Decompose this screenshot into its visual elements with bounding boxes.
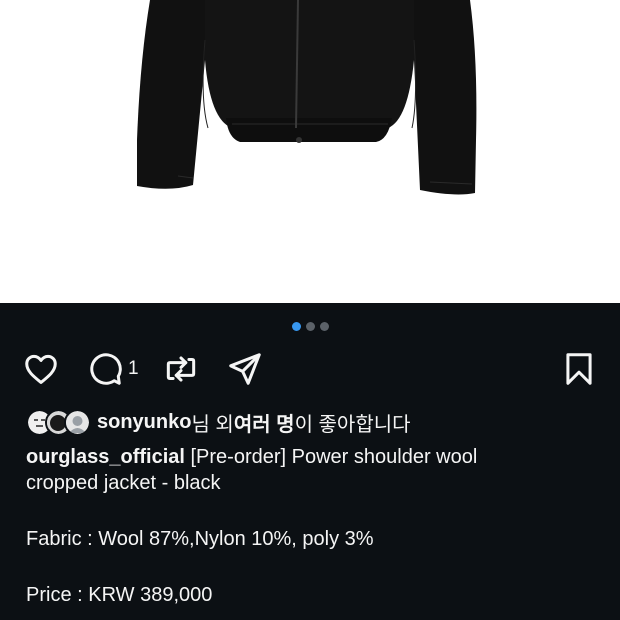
liker-avatars [26,409,91,436]
jacket-image [137,0,477,195]
like-button[interactable] [22,350,60,388]
caption-fabric: Fabric : Wool 87%,Nylon 10%, poly 3% [26,528,374,550]
bookmark-icon [566,353,592,385]
carousel-dot [305,322,315,331]
author-username[interactable]: ourglass_official [26,446,185,468]
liker-username[interactable]: sonyunko [97,411,191,434]
repost-button[interactable] [162,350,200,388]
likes-text: 님 외 [191,414,234,436]
caption-price: Price : KRW 389,000 [26,584,213,606]
avatar [64,409,91,436]
likes-others[interactable]: 여러 명 [234,408,295,437]
caption-line-2: cropped jacket - black [26,472,221,494]
post-caption: ourglass_official [Pre-order] Power shou… [26,444,596,608]
repost-icon [166,356,196,382]
comment-button[interactable]: 1 [86,350,139,388]
share-button[interactable] [226,350,264,388]
heart-icon [25,354,57,384]
carousel-dot [291,322,301,331]
save-button[interactable] [560,350,598,388]
comment-count: 1 [128,358,139,379]
share-icon [229,353,261,385]
carousel-dot [319,322,329,331]
likes-text-end: 이 좋아합니다 [294,414,411,436]
comment-icon [90,353,122,385]
post-photo[interactable] [0,0,620,303]
likes-summary[interactable]: sonyunko 님 외 여러 명이 좋아합니다 [26,408,411,437]
caption-line-1: [Pre-order] Power shoulder wool [190,446,478,468]
carousel-indicator [0,322,620,331]
action-bar: 1 [22,350,598,392]
